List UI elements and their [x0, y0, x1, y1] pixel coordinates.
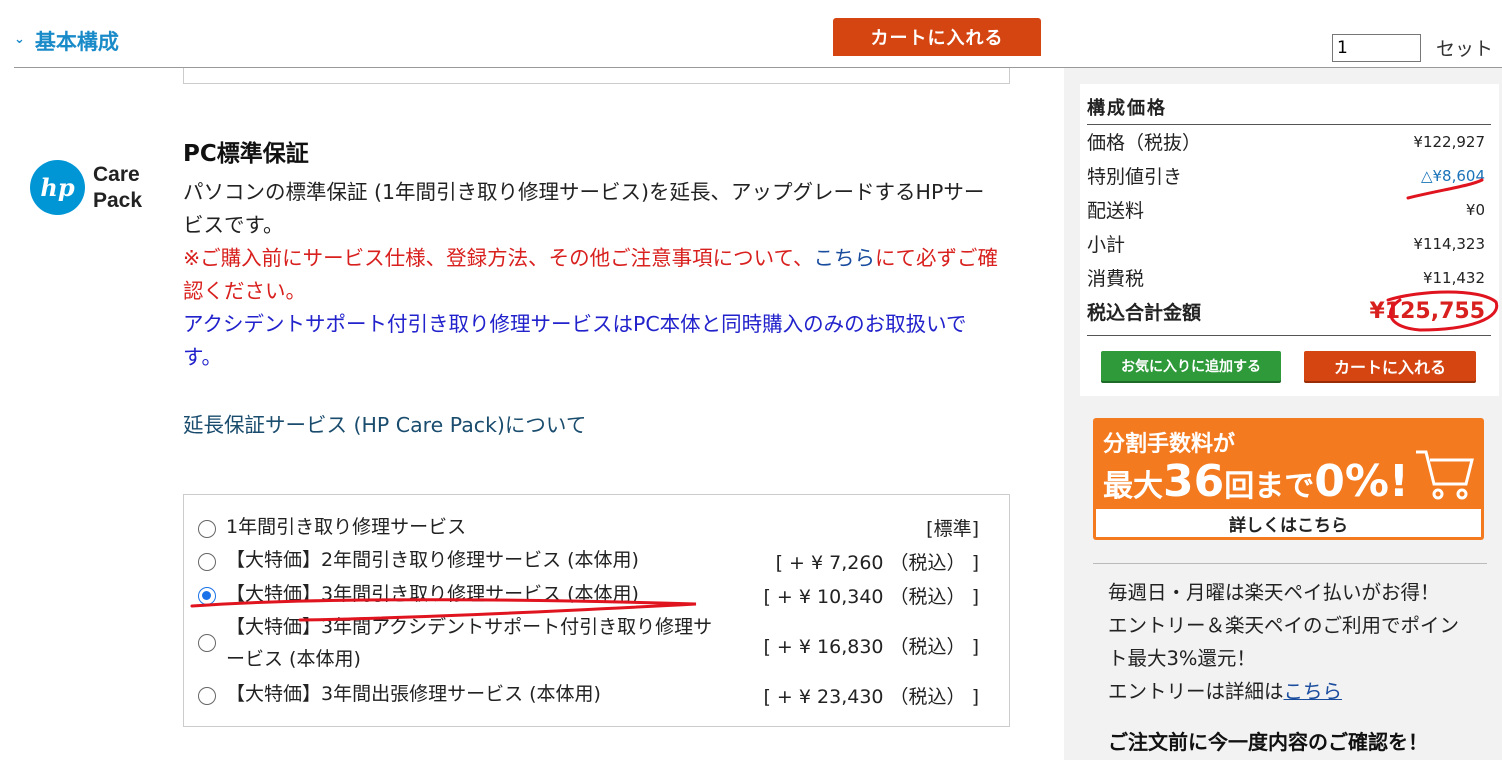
radio-option-3[interactable] [198, 587, 216, 605]
radio-option-1[interactable] [198, 520, 216, 538]
chevron-down-icon: ⌄ [14, 31, 25, 47]
price-label: 特別値引き [1087, 166, 1183, 188]
price-value: ¥114,323 [1413, 234, 1485, 253]
campaign-info: 毎週日・月曜は楽天ペイ払いがお得！ エントリー＆楽天ペイのご利用でポイント最大3… [1108, 576, 1468, 708]
warranty-options: 1年間引き取り修理サービス [標準] 【大特価】2年間引き取り修理サービス (本… [183, 494, 1010, 727]
option-label: 【大特価】3年間引き取り修理サービス (本体用) [226, 583, 639, 605]
banner-details-link[interactable]: 詳しくはこちら [1096, 509, 1481, 537]
confirm-notice: ご注文前に今一度内容のご確認を！ [1108, 730, 1428, 754]
price-row-shipping: 配送料 ¥0 [1087, 196, 1491, 223]
section-header[interactable]: ⌄ 基本構成 [14, 26, 119, 56]
installment-banner[interactable]: 分割手数料が 最大36回まで0%! 詳しくはこちら [1093, 418, 1484, 540]
price-value: ¥0 [1465, 200, 1485, 219]
accident-support-notice: アクシデントサポート付引き取り修理サービスはPC本体と同時購入のみのお取扱いです… [183, 312, 967, 369]
discount-value: △¥8,604 [1420, 166, 1485, 185]
price-divider-bottom [1087, 335, 1491, 336]
price-label: 配送料 [1087, 200, 1145, 222]
description-text: パソコンの標準保証 (1年間引き取り修理サービス)を延長、アップグレードするHP… [183, 180, 985, 237]
price-row-tax: 消費税 ¥11,432 [1087, 264, 1491, 291]
product-title: PC標準保証 [183, 141, 309, 167]
hp-care-pack-logo: hp Care Pack [30, 160, 142, 215]
option-price: [標準] [926, 518, 979, 540]
option-price: [ + ¥ 7,260 （税込） ] [775, 552, 979, 574]
logo-text-pack: Pack [93, 188, 143, 212]
option-price: [ + ¥ 23,430 （税込） ] [763, 686, 979, 708]
info-line: エントリー＆楽天ペイのご利用でポイント最大3%還元！ [1108, 614, 1460, 670]
add-to-favorites-button[interactable]: お気に入りに追加する [1101, 351, 1281, 381]
price-row-total: 税込合計金額 ¥125,755 [1087, 298, 1491, 325]
info-line: エントリーは詳細は [1108, 680, 1284, 703]
banner-line1: 分割手数料が [1103, 432, 1236, 457]
section-title: 基本構成 [34, 30, 119, 54]
care-pack-about-link[interactable]: 延長保証サービス (HP Care Pack)について [183, 408, 586, 438]
info-line: 毎週日・月曜は楽天ペイ払いがお得！ [1108, 581, 1440, 604]
notice-text-1: ※ご購入前にサービス仕様、登録方法、その他ご注意事項について、 [183, 246, 814, 270]
product-description: パソコンの標準保証 (1年間引き取り修理サービス)を延長、アップグレードするHP… [183, 176, 1003, 374]
price-row-subtotal: 小計 ¥114,323 [1087, 230, 1491, 257]
price-value: ¥11,432 [1422, 268, 1485, 287]
price-label: 小計 [1087, 234, 1126, 256]
option-label: 【大特価】3年間アクシデントサポート付引き取り修理サービス (本体用) [226, 616, 713, 670]
option-label: 【大特価】3年間出張修理サービス (本体用) [226, 683, 601, 705]
radio-option-4[interactable] [198, 634, 216, 652]
hp-logo-icon: hp [30, 160, 85, 215]
price-value: ¥122,927 [1413, 132, 1485, 151]
option-label: 【大特価】2年間引き取り修理サービス (本体用) [226, 549, 639, 571]
banner-text: 回まで [1224, 469, 1315, 504]
radio-option-5[interactable] [198, 687, 216, 705]
notice-link[interactable]: こちら [814, 246, 876, 270]
price-divider-top [1087, 124, 1491, 125]
quantity-unit: セット [1436, 38, 1494, 60]
banner-number: 36 [1163, 456, 1225, 507]
price-summary-heading: 構成価格 [1087, 98, 1167, 119]
option-price: [ + ¥ 16,830 （税込） ] [763, 636, 979, 658]
price-label: 消費税 [1087, 268, 1145, 290]
campaign-details-link[interactable]: こちら [1284, 680, 1343, 703]
option-row[interactable]: 1年間引き取り修理サービス [198, 515, 998, 543]
total-label: 税込合計金額 [1087, 302, 1202, 324]
banner-percent: 0%! [1314, 456, 1410, 507]
shopping-cart-icon [1416, 450, 1474, 500]
previous-section-box [183, 68, 1010, 84]
logo-text-care: Care [93, 162, 140, 186]
price-row-discount: 特別値引き △¥8,604 [1087, 162, 1491, 189]
option-row[interactable]: 【大特価】3年間アクシデントサポート付引き取り修理サービス (本体用) [198, 615, 718, 675]
info-divider [1093, 563, 1487, 564]
price-label: 価格（税抜） [1087, 132, 1202, 154]
banner-text: 最大 [1103, 469, 1163, 504]
banner-line2: 最大36回まで0%! [1103, 456, 1409, 507]
quantity-input[interactable] [1332, 34, 1421, 62]
option-label: 1年間引き取り修理サービス [226, 516, 467, 538]
add-to-cart-button[interactable]: カートに入れる [1304, 351, 1476, 381]
radio-option-2[interactable] [198, 553, 216, 571]
option-price: [ + ¥ 10,340 （税込） ] [763, 586, 979, 608]
total-value: ¥125,755 [1369, 299, 1485, 324]
add-to-cart-button-top[interactable]: カートに入れる [833, 18, 1041, 56]
price-row-base: 価格（税抜） ¥122,927 [1087, 128, 1491, 155]
